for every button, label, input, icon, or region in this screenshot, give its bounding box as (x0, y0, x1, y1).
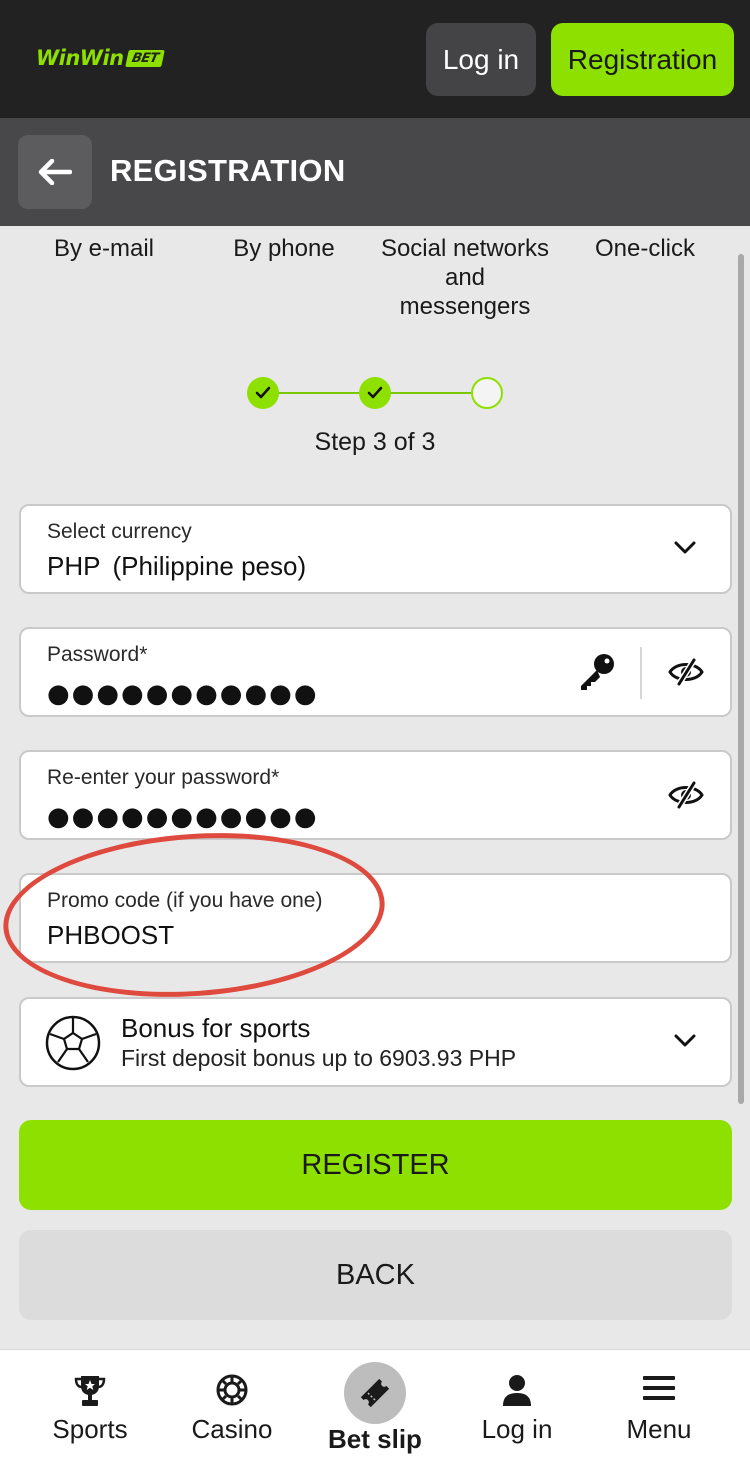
eye-hidden-icon[interactable] (667, 657, 705, 687)
currency-code: PHP (47, 551, 101, 581)
menu-icon (643, 1376, 675, 1400)
scrollbar[interactable] (738, 254, 744, 1104)
logo-badge: BET (124, 49, 165, 67)
promo-code-value: PHBOOST (47, 920, 175, 950)
back-form-button[interactable]: BACK (19, 1230, 732, 1320)
nav-sports[interactable]: Sports (15, 1350, 165, 1467)
nav-casino[interactable]: Casino (157, 1350, 307, 1467)
register-button[interactable]: REGISTER (19, 1120, 732, 1210)
promo-code-field[interactable]: Promo code (if you have one) PHBOOST (19, 873, 732, 963)
step-3-current (471, 377, 503, 409)
currency-label: Select currency (47, 520, 192, 543)
eye-hidden-icon[interactable] (667, 780, 705, 810)
field-divider (640, 647, 642, 699)
nav-login-label: Log in (481, 1414, 553, 1444)
nav-sports-label: Sports (52, 1414, 128, 1444)
step-connector (389, 392, 475, 394)
promo-code-label: Promo code (if you have one) (47, 889, 323, 912)
bottom-navigation: Sports Casino Bet slip Log in Menu (0, 1349, 750, 1467)
key-icon[interactable] (576, 653, 616, 691)
casino-chip-icon (216, 1374, 248, 1406)
winwin-logo[interactable]: WinWin BET (36, 46, 165, 70)
bonus-title: Bonus for sports (121, 1013, 311, 1043)
tab-by-phone[interactable]: By phone (210, 234, 358, 263)
page-header: REGISTRATION (0, 118, 750, 226)
currency-name: (Philippine peso) (112, 551, 307, 581)
bet-slip-badge (344, 1362, 406, 1424)
confirm-password-field[interactable]: Re-enter your password* ●●●●●●●●●●● (19, 750, 732, 840)
logo-text: WinWin (36, 46, 124, 70)
step-label: Step 3 of 3 (314, 428, 436, 456)
step-connector (277, 392, 361, 394)
nav-menu-label: Menu (626, 1414, 692, 1444)
ticket-icon (360, 1378, 390, 1408)
registration-button[interactable]: Registration (551, 23, 734, 96)
back-button[interactable] (18, 135, 92, 209)
chevron-down-icon (674, 541, 696, 554)
currency-select[interactable]: Select currency PHP (Philippine peso) (19, 504, 732, 594)
tab-one-click[interactable]: One-click (575, 234, 715, 263)
currency-value: PHP (Philippine peso) (47, 551, 306, 582)
nav-menu[interactable]: Menu (584, 1350, 734, 1467)
page-title: REGISTRATION (110, 153, 346, 188)
tab-by-email[interactable]: By e-mail (30, 234, 178, 263)
nav-bet-slip[interactable]: Bet slip (300, 1350, 450, 1467)
soccer-ball-icon (45, 1015, 101, 1071)
password-field[interactable]: Password* ●●●●●●●●●●● (19, 627, 732, 717)
password-value: ●●●●●●●●●●● (47, 679, 319, 709)
arrow-left-icon (38, 159, 72, 185)
trophy-icon (74, 1376, 106, 1406)
chevron-down-icon (674, 1034, 696, 1047)
tab-social-networks[interactable]: Social networks and messengers (380, 234, 550, 321)
bonus-select[interactable]: Bonus for sports First deposit bonus up … (19, 997, 732, 1087)
nav-login[interactable]: Log in (442, 1350, 592, 1467)
confirm-password-label: Re-enter your password* (47, 766, 280, 789)
nav-casino-label: Casino (191, 1414, 273, 1444)
step-1-done (247, 377, 279, 409)
nav-bet-slip-label: Bet slip (328, 1424, 422, 1454)
password-label: Password* (47, 643, 148, 666)
confirm-password-value: ●●●●●●●●●●● (47, 802, 319, 832)
bonus-subtitle: First deposit bonus up to 6903.93 PHP (121, 1045, 517, 1071)
top-bar: WinWin BET Log in Registration (0, 0, 750, 118)
check-icon (367, 386, 383, 399)
step-progress (247, 377, 503, 409)
step-2-done (359, 377, 391, 409)
check-icon (255, 386, 271, 399)
user-icon (503, 1375, 531, 1406)
login-button[interactable]: Log in (426, 23, 536, 96)
